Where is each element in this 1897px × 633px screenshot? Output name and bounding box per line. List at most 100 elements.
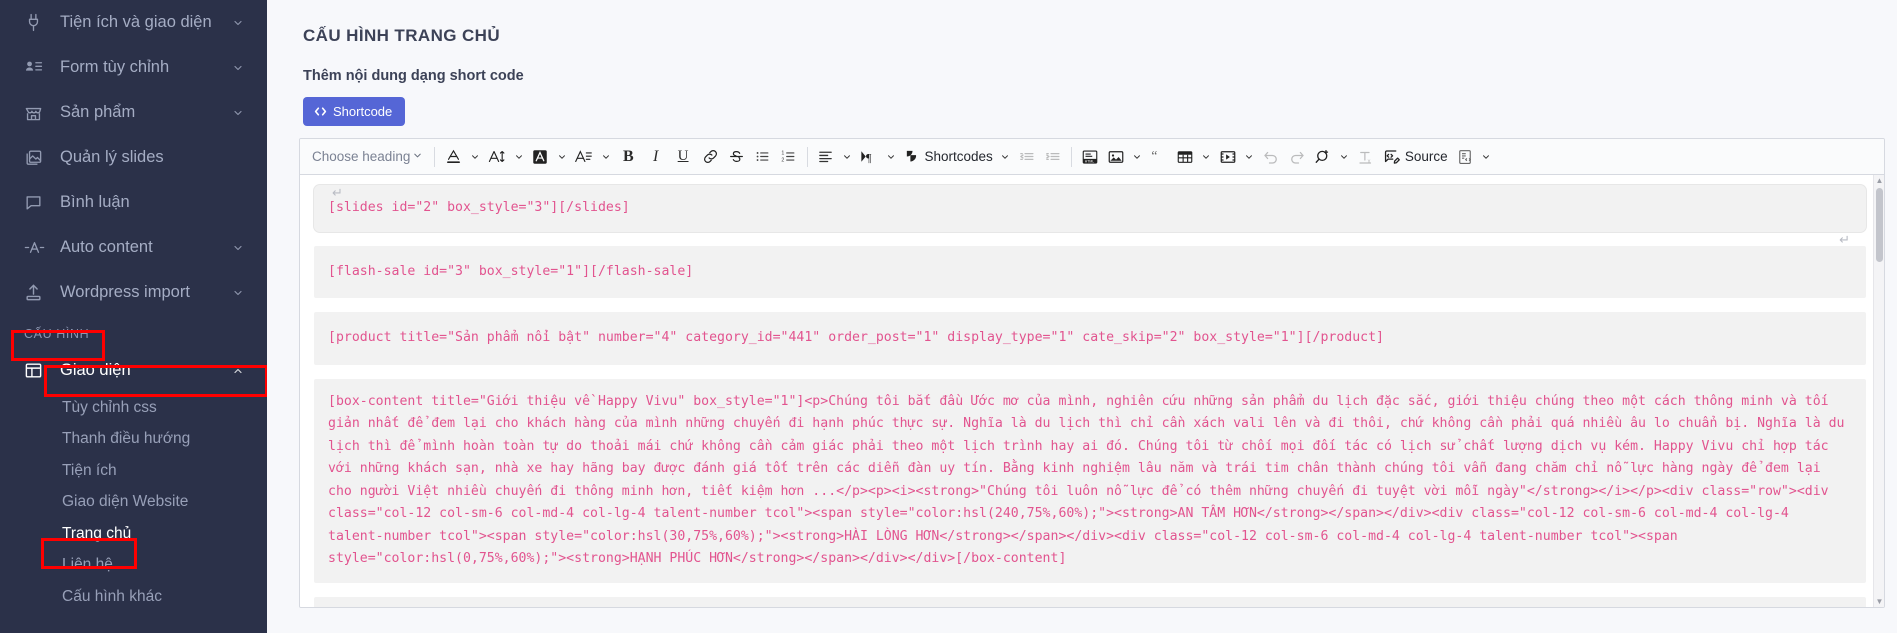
block-quote-button[interactable]: “ [1146, 143, 1172, 171]
shortcode-block[interactable]: [product title="Sản phẩm nổi bật" number… [314, 312, 1866, 365]
bold-button[interactable]: B [614, 143, 643, 171]
sidebar-item-form-tuy-chinh[interactable]: Form tùy chỉnh [0, 45, 267, 90]
font-family-dropdown[interactable] [597, 143, 614, 171]
sidebar-item-label: Sản phẩm [60, 103, 136, 121]
remove-format-button[interactable]: x [1353, 143, 1379, 171]
heading-select[interactable]: Choose heading [304, 143, 429, 171]
undo-button[interactable] [1258, 143, 1284, 171]
find-replace-dropdown[interactable] [1336, 143, 1353, 171]
insert-table-dropdown[interactable] [1198, 143, 1215, 171]
main-content: CẤU HÌNH TRANG CHỦ Thêm nội dung dạng sh… [267, 0, 1897, 633]
increase-indent-button[interactable] [1040, 143, 1066, 171]
chevron-down-icon[interactable] [231, 241, 245, 255]
sidebar-item-label: Tiện ích và giao diện [60, 13, 212, 31]
sidebar-item-auto-content[interactable]: Auto content [0, 225, 267, 270]
sidebar-item-quan-ly-slides[interactable]: Quản lý slides [0, 135, 267, 180]
sidebar-subitem-tien-ich[interactable]: Tiện ích [0, 455, 267, 487]
insert-html-button[interactable]: HTML [1077, 143, 1103, 171]
insert-image-button[interactable] [1103, 143, 1129, 171]
sidebar-item-san-pham[interactable]: Sản phẩm [0, 90, 267, 135]
section-subtitle: Thêm nội dung dạng short code [303, 68, 524, 84]
shortcode-button[interactable]: Shortcode [303, 97, 406, 126]
sidebar-item-giao-dien[interactable]: Giao diện [0, 349, 267, 392]
scroll-down-arrow-icon[interactable]: ▼ [1875, 596, 1884, 607]
insert-media-dropdown[interactable] [1241, 143, 1258, 171]
alignment-button[interactable] [813, 143, 839, 171]
shortcode-button-label: Shortcode [333, 104, 393, 119]
shortcode-block[interactable]: [box-content title="Giới thiệu về Happy … [314, 378, 1866, 583]
text-direction-button[interactable]: ¶ [856, 143, 883, 171]
editor-content-area[interactable]: ↵ ↵ [slides id="2" box_style="3"][/slide… [300, 175, 1884, 607]
images-icon [24, 148, 50, 168]
toolbar-separator [1070, 146, 1072, 167]
redo-button[interactable] [1284, 143, 1310, 171]
editor-scrollbar[interactable]: ▲ ▼ [1873, 175, 1884, 607]
user-list-icon [24, 58, 50, 78]
find-replace-button[interactable] [1310, 143, 1336, 171]
sidebar-item-label: Giao diện [60, 361, 131, 379]
insert-table-button[interactable] [1172, 143, 1198, 171]
editor-scrollbar-thumb[interactable] [1876, 188, 1883, 262]
sidebar-subitem-giao-dien-website[interactable]: Giao diện Website [0, 487, 267, 519]
underline-button[interactable]: U [669, 143, 698, 171]
return-marker-icon: ↵ [332, 185, 343, 200]
shortcode-block[interactable]: [flash-sale id="3" box_style="1"][/flash… [314, 245, 1866, 298]
text-direction-dropdown[interactable] [883, 143, 900, 171]
plug-icon [24, 13, 50, 33]
sidebar-item-label: Form tùy chỉnh [60, 58, 170, 76]
templates-dropdown[interactable] [1478, 143, 1495, 171]
shortcode-block[interactable]: [slides id="2" box_style="3"][/slides] [314, 185, 1866, 232]
font-color-button[interactable] [440, 143, 466, 171]
bulleted-list-button[interactable] [750, 143, 776, 171]
editor-toolbar: Choose heading B I U 1 2 ¶ Shortcodes HT… [300, 139, 1884, 175]
shortcodes-label: Shortcodes [924, 149, 993, 164]
shortcodes-dropdown[interactable] [997, 143, 1014, 171]
font-background-color-button[interactable] [527, 143, 553, 171]
sidebar-subitem-thanh-dieu-huong[interactable]: Thanh điều hướng [0, 424, 267, 456]
sidebar-item-tien-ich-va-giao-dien[interactable]: Tiện ích và giao diện [0, 0, 267, 45]
sidebar-subitem-label: Thanh điều hướng [62, 430, 191, 448]
alignment-dropdown[interactable] [839, 143, 856, 171]
scroll-up-arrow-icon[interactable]: ▲ [1875, 175, 1884, 186]
chevron-up-icon[interactable] [231, 364, 245, 378]
chevron-down-icon[interactable] [231, 61, 245, 75]
font-size-button[interactable] [483, 143, 510, 171]
font-background-color-dropdown[interactable] [553, 143, 570, 171]
shortcode-block[interactable]: [product title="Nghỉ dưỡng" number="4" c… [314, 596, 1866, 607]
chevron-down-icon[interactable] [231, 106, 245, 120]
sidebar-subitem-trang-chu[interactable]: Trang chủ [0, 518, 267, 550]
insert-media-button[interactable] [1215, 143, 1241, 171]
font-color-dropdown[interactable] [466, 143, 483, 171]
insert-image-dropdown[interactable] [1129, 143, 1146, 171]
sidebar-item-binh-luan[interactable]: Bình luận [0, 180, 267, 225]
chevron-down-icon [412, 149, 423, 164]
sidebar-item-label: Bình luận [60, 193, 130, 211]
sidebar-subitem-lien-he[interactable]: Liên hệ [0, 550, 267, 582]
toolbar-separator [806, 146, 808, 167]
link-button[interactable] [698, 143, 724, 171]
italic-button[interactable]: I [643, 143, 669, 171]
shortcodes-button[interactable]: Shortcodes [900, 143, 997, 171]
chevron-down-icon[interactable] [231, 286, 245, 300]
auto-content-icon [24, 238, 50, 258]
sidebar-subitem-cau-hinh-khac[interactable]: Cấu hình khác [0, 581, 267, 613]
font-size-dropdown[interactable] [510, 143, 527, 171]
sidebar-item-wordpress-import[interactable]: Wordpress import [0, 270, 267, 315]
sidebar-item-label: Wordpress import [60, 283, 190, 301]
decrease-indent-button[interactable] [1014, 143, 1040, 171]
upload-icon [24, 283, 50, 303]
strikethrough-button[interactable] [724, 143, 750, 171]
layout-icon [24, 361, 50, 381]
templates-button[interactable] [1452, 143, 1478, 171]
sidebar-subitem-label: Liên hệ [62, 556, 113, 574]
sidebar-subitem-tuy-chinh-css[interactable]: Tùy chỉnh css [0, 392, 267, 424]
sidebar-subitem-label: Cấu hình khác [62, 587, 162, 605]
return-marker-icon: ↵ [1839, 232, 1850, 247]
font-family-button[interactable] [570, 143, 597, 171]
no-caret [231, 151, 245, 165]
source-label: Source [1404, 149, 1448, 164]
chevron-down-icon[interactable] [231, 16, 245, 30]
store-icon [24, 103, 50, 123]
numbered-list-button[interactable]: 12 [776, 143, 802, 171]
source-button[interactable]: Source [1379, 143, 1452, 171]
